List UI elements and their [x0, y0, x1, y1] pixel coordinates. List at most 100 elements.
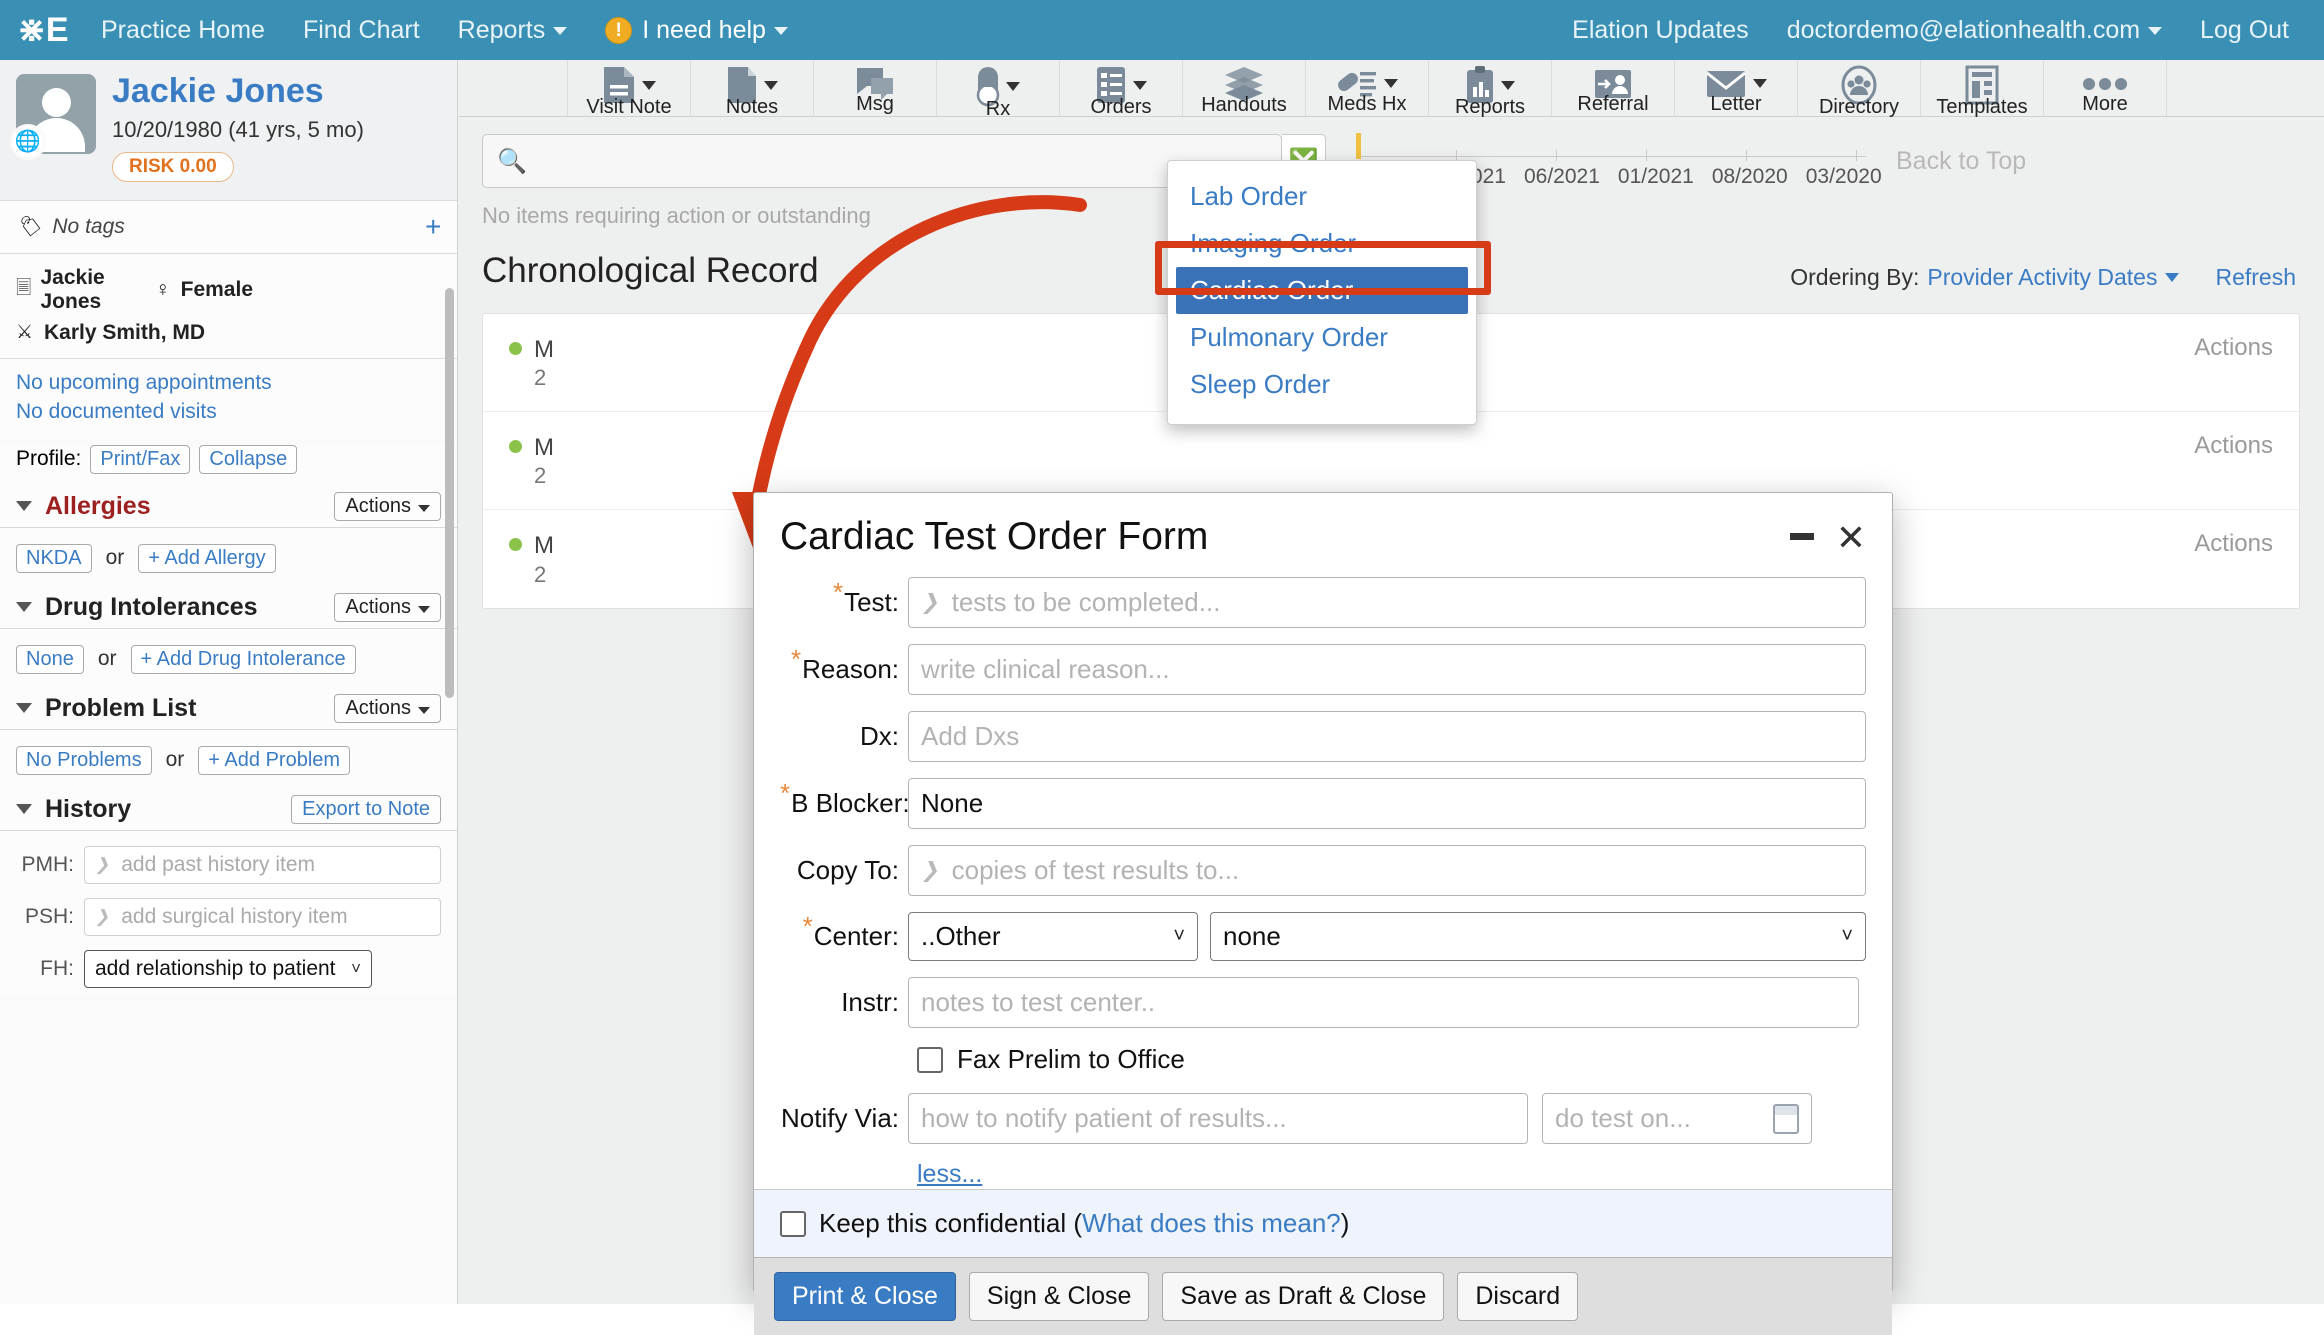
menu-item-imaging-order[interactable]: Imaging Order	[1168, 220, 1476, 267]
add-allergy-button[interactable]: + Add Allergy	[138, 544, 275, 573]
nav-find-chart[interactable]: Find Chart	[284, 16, 439, 45]
nav-log-out[interactable]: Log Out	[2181, 16, 2308, 45]
nav-elation-updates[interactable]: Elation Updates	[1553, 16, 1768, 45]
discard-button[interactable]: Discard	[1457, 1272, 1578, 1321]
toolbar-orders[interactable]: Orders	[1060, 60, 1183, 116]
calendar-icon[interactable]	[1773, 1104, 1799, 1134]
reason-input[interactable]: write clinical reason...	[908, 644, 1866, 695]
add-drug-intolerance-button[interactable]: + Add Drug Intolerance	[131, 645, 356, 674]
record-sub: 2	[534, 463, 554, 489]
sidebar-scrollbar[interactable]	[445, 288, 454, 698]
fax-prelim-label: Fax Prelim to Office	[957, 1044, 1185, 1075]
ordering-by-control[interactable]: Ordering By: Provider Activity Dates Ref…	[1790, 264, 2296, 291]
back-to-top-link[interactable]: Back to Top	[1896, 147, 2026, 176]
copyto-input[interactable]: ❯copies of test results to...	[908, 845, 1866, 896]
center-select[interactable]: ..Other˅	[908, 912, 1198, 961]
row-actions-link[interactable]: Actions	[2194, 334, 2273, 362]
toolbar-notes[interactable]: Notes	[691, 60, 814, 116]
toolbar-visit-note[interactable]: Visit Note	[568, 60, 691, 116]
menu-item-lab-order[interactable]: Lab Order	[1168, 173, 1476, 220]
minimize-icon[interactable]	[1790, 533, 1814, 542]
toolbar-msg[interactable]: Msg	[814, 60, 937, 116]
nav-account-email[interactable]: doctordemo@elationhealth.com	[1768, 16, 2181, 45]
pmh-input[interactable]: ❯add past history item	[84, 846, 441, 884]
toolbar-directory[interactable]: Directory	[1798, 60, 1921, 116]
field-row-test: *Test: ❯tests to be completed...	[780, 577, 1866, 628]
fax-prelim-checkbox[interactable]	[917, 1047, 943, 1073]
chevron-down-icon	[2148, 27, 2162, 35]
keep-confidential-checkbox[interactable]	[780, 1211, 806, 1237]
row-actions-link[interactable]: Actions	[2194, 432, 2273, 460]
dx-input[interactable]: Add Dxs	[908, 711, 1866, 762]
no-upcoming-appointments-link[interactable]: No upcoming appointments	[16, 371, 441, 395]
refresh-link[interactable]: Refresh	[2215, 264, 2296, 291]
toolbar-reports[interactable]: Reports	[1429, 60, 1552, 116]
sign-and-close-button[interactable]: Sign & Close	[969, 1272, 1150, 1321]
add-problem-button[interactable]: + Add Problem	[198, 746, 350, 775]
section-header-history[interactable]: History Export to Note	[0, 789, 457, 831]
chevron-down-icon	[16, 804, 32, 814]
toolbar-label: Msg	[856, 93, 894, 116]
notify-input[interactable]: how to notify patient of results...	[908, 1093, 1528, 1144]
close-icon[interactable]: ✕	[1836, 525, 1866, 550]
section-body-allergies: NKDA or + Add Allergy	[0, 528, 457, 587]
toolbar-label: Visit Note	[586, 96, 671, 119]
collapse-button[interactable]: Collapse	[199, 445, 297, 474]
no-problems-chip[interactable]: No Problems	[16, 746, 152, 775]
fh-label: FH:	[16, 957, 74, 981]
section-title-problem-list: Problem List	[45, 694, 196, 723]
toolbar-meds-hx[interactable]: Meds Hx	[1306, 60, 1429, 116]
section-header-allergies[interactable]: Allergies Actions	[0, 486, 457, 528]
psh-label: PSH:	[16, 905, 74, 929]
nav-i-need-help[interactable]: !I need help	[586, 16, 807, 45]
profile-row: Profile: Print/Fax Collapse	[0, 445, 457, 486]
print-fax-button[interactable]: Print/Fax	[90, 445, 190, 474]
toolbar-letter[interactable]: Letter	[1675, 60, 1798, 116]
save-as-draft-and-close-button[interactable]: Save as Draft & Close	[1162, 1272, 1444, 1321]
nav-practice-home[interactable]: Practice Home	[82, 16, 284, 45]
instr-input[interactable]: notes to test center..	[908, 977, 1859, 1028]
toolbar-more[interactable]: More	[2044, 60, 2167, 116]
section-header-problem-list[interactable]: Problem List Actions	[0, 688, 457, 730]
drug-intolerances-actions-button[interactable]: Actions	[334, 593, 441, 622]
search-input[interactable]: 🔍	[482, 134, 1282, 188]
row-actions-link[interactable]: Actions	[2194, 530, 2273, 558]
fh-relationship-select[interactable]: add relationship to patient˅	[84, 950, 372, 988]
test-input[interactable]: ❯tests to be completed...	[908, 577, 1866, 628]
patient-header: 🌐 Jackie Jones 10/20/1980 (41 yrs, 5 mo)…	[0, 60, 457, 201]
required-star-icon: *	[791, 644, 801, 674]
psh-input[interactable]: ❯add surgical history item	[84, 898, 441, 936]
export-to-note-button[interactable]: Export to Note	[291, 795, 441, 824]
toolbar-label: Notes	[726, 96, 778, 119]
print-and-close-button[interactable]: Print & Close	[774, 1272, 956, 1321]
nav-reports[interactable]: Reports	[439, 16, 587, 45]
toolbar-label: Letter	[1710, 93, 1761, 116]
what-does-this-mean-link[interactable]: What does this mean?	[1082, 1208, 1341, 1239]
toolbar-referral[interactable]: Referral	[1552, 60, 1675, 116]
no-documented-visits-link[interactable]: No documented visits	[16, 400, 441, 424]
problem-list-actions-button[interactable]: Actions	[334, 694, 441, 723]
do-test-on-date-input[interactable]: do test on...	[1542, 1093, 1812, 1144]
toolbar-handouts[interactable]: Handouts	[1183, 60, 1306, 116]
elation-logo-icon[interactable]: ⋇E	[0, 0, 82, 60]
nkda-chip[interactable]: NKDA	[16, 544, 92, 573]
timeline-today-marker	[1356, 133, 1361, 159]
nav-account-email-label: doctordemo@elationhealth.com	[1787, 16, 2140, 44]
bblocker-input[interactable]: None	[908, 778, 1866, 829]
none-chip[interactable]: None	[16, 645, 84, 674]
toolbar-templates[interactable]: Templates	[1921, 60, 2044, 116]
less-link[interactable]: less...	[917, 1160, 982, 1188]
menu-item-pulmonary-order[interactable]: Pulmonary Order	[1168, 314, 1476, 361]
toolbar-rx[interactable]: Rx	[937, 60, 1060, 116]
allergies-actions-button[interactable]: Actions	[334, 492, 441, 521]
patient-demographics: 🗏 Jackie Jones ♀Female ⚔ Karly Smith, MD	[0, 254, 457, 359]
instr-label: Instr:	[780, 987, 908, 1018]
section-header-drug-intolerances[interactable]: Drug Intolerances Actions	[0, 587, 457, 629]
menu-item-sleep-order[interactable]: Sleep Order	[1168, 361, 1476, 408]
center-sub-select[interactable]: none˅	[1210, 912, 1866, 961]
menu-item-cardiac-order[interactable]: Cardiac Order	[1176, 267, 1468, 314]
tags-label: No tags	[52, 215, 124, 239]
patient-name[interactable]: Jackie Jones	[112, 74, 364, 110]
add-tag-button[interactable]: +	[425, 213, 441, 241]
nav-help-label: I need help	[642, 16, 766, 44]
